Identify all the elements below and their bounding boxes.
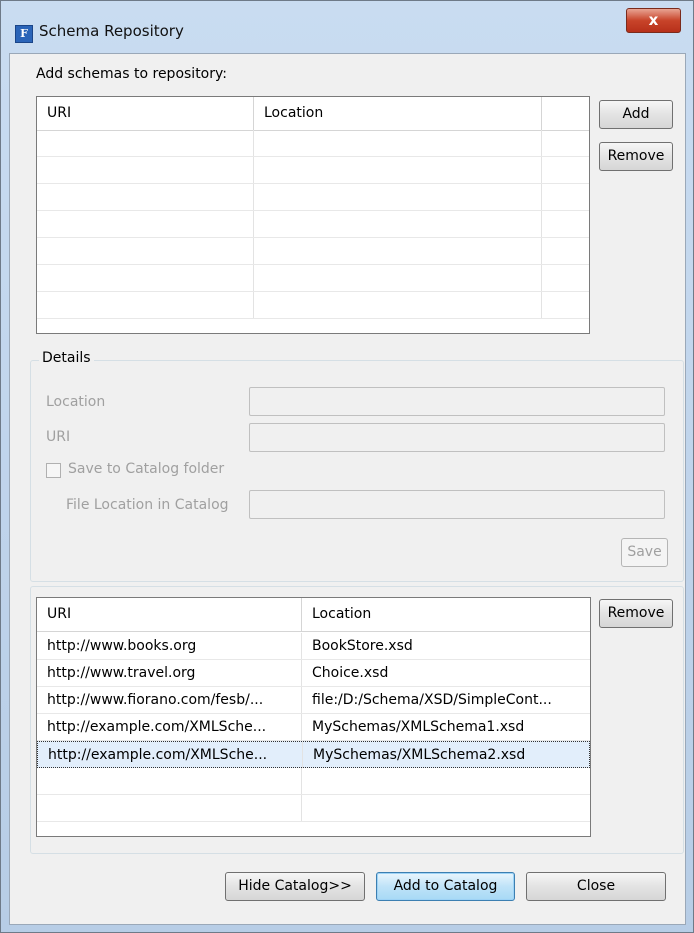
table-header: URI Location — [37, 97, 589, 131]
save-to-catalog-checkbox[interactable] — [46, 463, 61, 478]
details-title: Details — [39, 350, 94, 366]
cell-location: Choice.xsd — [312, 665, 389, 681]
column-header-location[interactable]: Location — [302, 598, 590, 631]
table-row[interactable] — [37, 157, 589, 184]
window-title: Schema Repository — [39, 22, 184, 40]
table-row[interactable] — [37, 211, 589, 238]
cell-location: file:/D:/Schema/XSD/SimpleCont... — [312, 692, 552, 708]
add-button[interactable]: Add — [599, 100, 673, 129]
add-schemas-label: Add schemas to repository: — [36, 66, 227, 82]
column-header-location[interactable]: Location — [254, 97, 542, 130]
cell-location: MySchemas/XMLSchema2.xsd — [313, 747, 526, 763]
table-row[interactable] — [37, 130, 589, 157]
column-header-extra[interactable] — [542, 97, 589, 130]
save-to-catalog-label: Save to Catalog folder — [68, 461, 225, 477]
table-row[interactable] — [37, 238, 589, 265]
table-row[interactable]: http://www.fiorano.com/fesb/... file:/D:… — [37, 687, 590, 714]
table-row[interactable] — [37, 265, 589, 292]
table-row[interactable] — [37, 795, 590, 822]
remove-catalog-button[interactable]: Remove — [599, 599, 673, 628]
add-to-catalog-button[interactable]: Add to Catalog — [376, 872, 515, 901]
dialog-body: Add schemas to repository: URI Location … — [9, 53, 686, 925]
title-bar[interactable]: F Schema Repository x — [1, 1, 693, 49]
uri-label: URI — [46, 429, 71, 445]
table-row[interactable]: http://www.books.org BookStore.xsd — [37, 633, 590, 660]
app-icon: F — [15, 25, 33, 43]
cell-location: MySchemas/XMLSchema1.xsd — [312, 719, 525, 735]
cell-uri: http://example.com/XMLSche... — [38, 742, 303, 768]
table-row-selected[interactable]: http://example.com/XMLSche... MySchemas/… — [37, 741, 590, 768]
table-row[interactable] — [37, 768, 590, 795]
location-field[interactable] — [249, 387, 665, 416]
table-row[interactable]: http://example.com/XMLSche... MySchemas/… — [37, 714, 590, 741]
catalog-table[interactable]: URI Location http://www.books.org BookSt… — [36, 597, 591, 837]
cell-uri: http://www.travel.org — [37, 660, 302, 686]
file-location-label: File Location in Catalog — [66, 497, 229, 513]
schema-input-table[interactable]: URI Location — [36, 96, 590, 334]
catalog-table-header: URI Location — [37, 598, 590, 632]
schema-repository-window: F Schema Repository x Add schemas to rep… — [0, 0, 694, 933]
cell-uri: http://www.fiorano.com/fesb/... — [37, 687, 302, 713]
cell-uri: http://www.books.org — [37, 633, 302, 659]
remove-top-button[interactable]: Remove — [599, 142, 673, 171]
table-row[interactable] — [37, 292, 589, 319]
save-button[interactable]: Save — [621, 538, 668, 567]
file-location-field[interactable] — [249, 490, 665, 519]
close-button[interactable]: Close — [526, 872, 666, 901]
table-row[interactable] — [37, 184, 589, 211]
uri-field[interactable] — [249, 423, 665, 452]
cell-uri: http://example.com/XMLSche... — [37, 714, 302, 740]
column-header-uri[interactable]: URI — [37, 97, 254, 130]
location-label: Location — [46, 394, 106, 410]
column-header-uri[interactable]: URI — [37, 598, 302, 631]
hide-catalog-button[interactable]: Hide Catalog>> — [225, 872, 365, 901]
window-close-button[interactable]: x — [626, 8, 681, 33]
table-row[interactable]: http://www.travel.org Choice.xsd — [37, 660, 590, 687]
cell-location: BookStore.xsd — [312, 638, 413, 654]
